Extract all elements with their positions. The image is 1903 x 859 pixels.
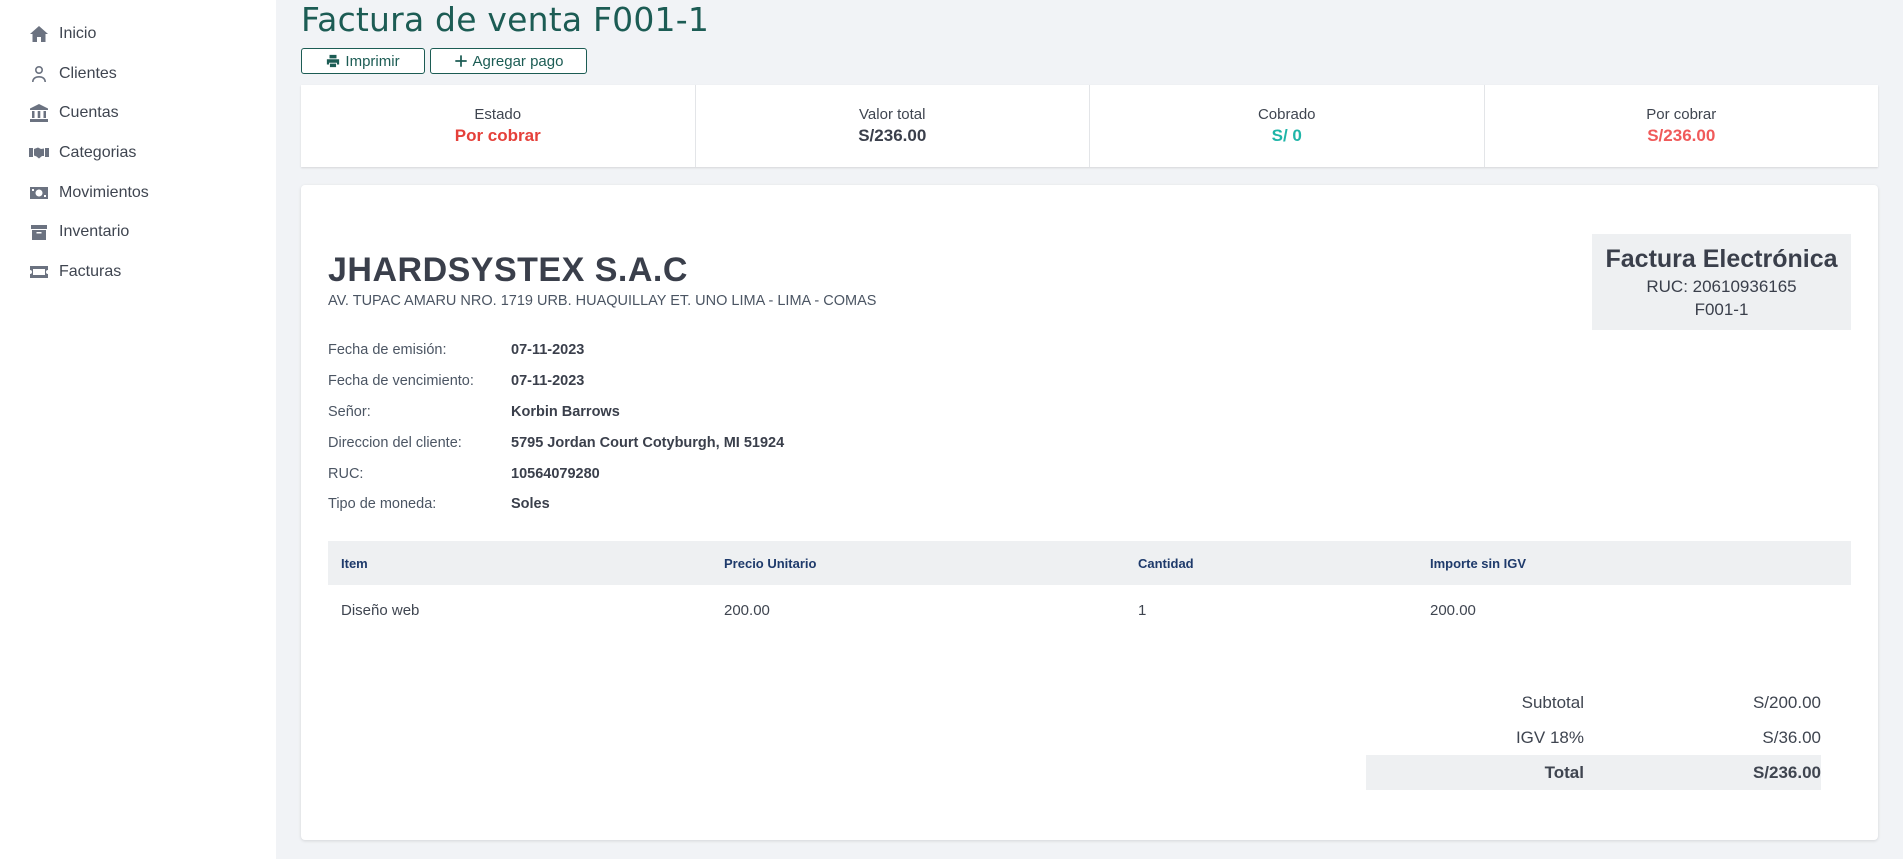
info-value: Soles (511, 496, 550, 512)
total-value: S/200.00 (1752, 693, 1821, 712)
print-button-label: Imprimir (345, 52, 400, 70)
stats-bar: Estado Por cobrar Valor total S/236.00 C… (301, 85, 1878, 167)
sidebar-item-clientes[interactable]: Clientes (29, 59, 117, 89)
sidebar-item-cuentas[interactable]: Cuentas (29, 98, 119, 128)
info-label: Direccion del cliente: (328, 435, 462, 451)
printer-icon (327, 54, 340, 68)
bank-icon (30, 104, 48, 122)
info-row-senor: Señor: Korbin Barrows (328, 404, 620, 426)
sidebar-item-categorias[interactable]: Categorias (29, 138, 136, 168)
sidebar-item-label: Inicio (59, 25, 97, 42)
sidebar-item-label: Categorias (59, 144, 137, 161)
info-row-emision: Fecha de emisión: 07-11-2023 (328, 342, 584, 364)
add-payment-button[interactable]: Agregar pago (430, 48, 587, 74)
stat-value: S/236.00 (1647, 126, 1716, 145)
stat-cobrado: Cobrado S/ 0 (1090, 85, 1485, 167)
items-table: Item Precio Unitario Cantidad Importe si… (328, 541, 1851, 635)
company-name: JHARDSYSTEX S.A.C (328, 251, 688, 289)
document-number: F001-1 (1694, 299, 1749, 319)
add-payment-button-label: Agregar pago (472, 52, 564, 70)
total-value: S/36.00 (1762, 728, 1821, 747)
column-header-importe: Importe sin IGV (1417, 541, 1851, 585)
igv-row: IGV 18% S/36.00 (1366, 720, 1821, 755)
page-title: Factura de venta F001-1 (301, 0, 710, 39)
sidebar-item-label: Facturas (59, 263, 122, 280)
invoice-card: JHARDSYSTEX S.A.C AV. TUPAC AMARU NRO. 1… (301, 185, 1878, 840)
handshake-icon (29, 147, 49, 159)
column-header-precio: Precio Unitario (711, 541, 1125, 585)
table-cell: 200.00 (1430, 601, 1476, 619)
sidebar: Inicio Clientes Cuentas Categorias Movim… (0, 0, 276, 859)
sidebar-item-label: Clientes (59, 65, 117, 82)
info-value: 07-11-2023 (511, 342, 585, 358)
info-label: RUC: (328, 466, 364, 482)
total-label: Subtotal (1521, 693, 1584, 712)
table-row: Diseño web 200.00 1 200.00 (328, 585, 1851, 635)
column-header-item: Item (328, 541, 711, 585)
total-value: S/236.00 (1752, 763, 1821, 782)
table-cell: 200.00 (724, 601, 770, 619)
info-row-moneda: Tipo de moneda: Soles (328, 496, 550, 518)
stat-label: Estado (474, 106, 522, 123)
stat-label: Por cobrar (1646, 106, 1717, 123)
stat-value: S/ 0 (1271, 126, 1302, 145)
totals-block: Subtotal S/200.00 IGV 18% S/36.00 Total … (1366, 685, 1821, 790)
home-icon (30, 26, 48, 42)
stat-value: Por cobrar (454, 126, 541, 145)
document-ruc: RUC: 20610936165 (1646, 276, 1797, 296)
plus-icon (454, 55, 467, 67)
table-cell: 1 (1138, 601, 1147, 619)
sidebar-item-facturas[interactable]: Facturas (29, 257, 121, 287)
info-label: Tipo de moneda: (328, 496, 437, 512)
money-icon (30, 187, 48, 199)
info-value: 10564079280 (511, 466, 600, 482)
info-label: Fecha de vencimiento: (328, 373, 474, 389)
info-value: 07-11-2023 (511, 373, 585, 389)
company-address: AV. TUPAC AMARU NRO. 1719 URB. HUAQUILLA… (328, 293, 877, 309)
info-row-direccion: Direccion del cliente: 5795 Jordan Court… (328, 435, 784, 457)
subtotal-row: Subtotal S/200.00 (1366, 685, 1821, 720)
table-header-row: Item Precio Unitario Cantidad Importe si… (328, 541, 1851, 585)
table-cell: Diseño web (341, 601, 420, 619)
info-value: 5795 Jordan Court Cotyburgh, MI 51924 (511, 435, 785, 451)
sidebar-item-label: Cuentas (59, 104, 119, 121)
stat-label: Cobrado (1257, 106, 1316, 123)
box-icon (31, 225, 47, 240)
column-header-cantidad: Cantidad (1125, 541, 1417, 585)
info-label: Fecha de emisión: (328, 342, 447, 358)
stat-por-cobrar: Por cobrar S/236.00 (1485, 85, 1879, 167)
sidebar-item-movimientos[interactable]: Movimientos (29, 178, 149, 208)
document-box: Factura Electrónica RUC: 20610936165 F00… (1592, 234, 1851, 330)
print-button[interactable]: Imprimir (301, 48, 425, 74)
total-label: IGV 18% (1515, 728, 1584, 747)
ticket-icon (30, 266, 48, 278)
grand-total-row: Total S/236.00 (1366, 755, 1821, 790)
sidebar-item-inicio[interactable]: Inicio (29, 19, 96, 49)
stat-value: S/236.00 (858, 126, 927, 145)
info-label: Señor: (328, 404, 371, 420)
sidebar-item-label: Inventario (59, 223, 130, 240)
document-title: Factura Electrónica (1605, 244, 1838, 273)
stat-valor-total: Valor total S/236.00 (696, 85, 1090, 167)
stat-label: Valor total (859, 106, 926, 123)
total-label: Total (1544, 763, 1584, 782)
info-row-ruc: RUC: 10564079280 (328, 466, 600, 488)
main-content: Factura de venta F001-1 Imprimir Agregar… (276, 0, 1903, 859)
stat-estado: Estado Por cobrar (301, 85, 696, 167)
info-row-vencimiento: Fecha de vencimiento: 07-11-2023 (328, 373, 584, 395)
sidebar-item-label: Movimientos (59, 184, 149, 201)
sidebar-item-inventario[interactable]: Inventario (29, 217, 129, 247)
info-value: Korbin Barrows (511, 404, 620, 420)
user-icon (32, 66, 46, 82)
